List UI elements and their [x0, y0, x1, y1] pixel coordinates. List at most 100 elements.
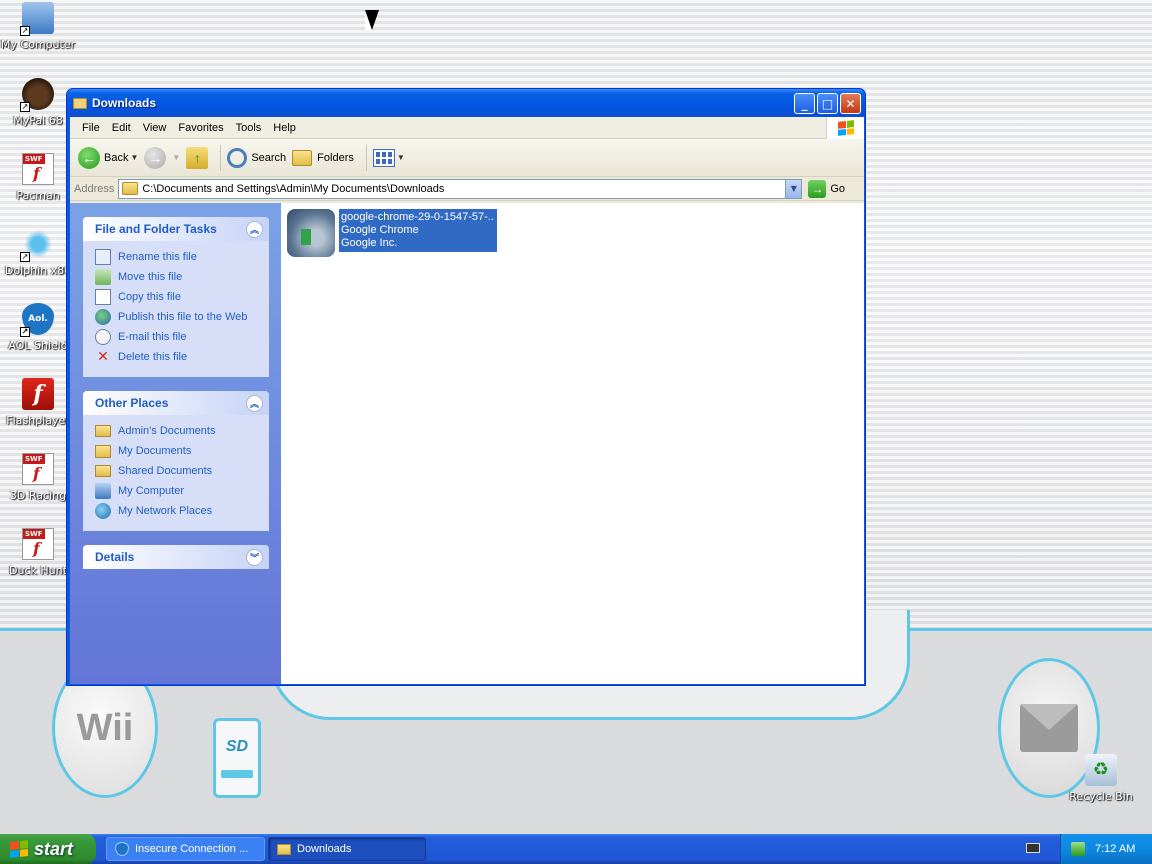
expand-chevron-icon[interactable]: ︾ [246, 548, 263, 566]
task-label: E-mail this file [118, 331, 187, 343]
details-header[interactable]: Details ︾ [83, 545, 269, 569]
menu-favorites[interactable]: Favorites [172, 122, 229, 134]
task-email-file[interactable]: E-mail this file [95, 327, 259, 347]
toolbar-separator [365, 144, 367, 171]
other-places-panel: Other Places ︽ Admin's Documents My Docu… [83, 391, 269, 531]
desktop-icon-mypal[interactable]: ↗ MyPal 68 [0, 78, 76, 127]
collapse-chevron-icon[interactable]: ︽ [246, 394, 263, 412]
folders-icon [292, 149, 313, 166]
window-client: File Edit View Favorites Tools Help ← Ba… [70, 117, 864, 684]
file-list-pane[interactable]: google-chrome-29-0-1547-57-... Google Ch… [281, 203, 864, 684]
desktop-icon-label: My Computer [0, 38, 76, 51]
explorer-body: File and Folder Tasks ︽ Rename this file… [70, 203, 864, 684]
menu-file[interactable]: File [76, 122, 106, 134]
aol-shield-icon [115, 842, 129, 856]
address-value: C:\Documents and Settings\Admin\My Docum… [142, 182, 445, 195]
file-name: google-chrome-29-0-1547-57-... [341, 211, 495, 223]
back-arrow-icon: ← [78, 146, 100, 169]
installer-cd-icon [287, 209, 335, 257]
task-label: Move this file [118, 271, 183, 283]
folders-label: Folders [317, 151, 354, 164]
flash-icon: f [22, 378, 54, 410]
forward-button[interactable]: → ▼ [144, 146, 180, 169]
network-status-icon[interactable] [1071, 842, 1085, 856]
swf-file-icon: SWF f [22, 453, 54, 485]
desktop-icon-3d-racing[interactable]: SWF f 3D Racing [0, 453, 76, 502]
desktop-icon-aol-shield[interactable]: Aol. ↗ AOL Shield [0, 303, 76, 352]
desktop-icon-label: Recycle Bin [1069, 790, 1133, 803]
folders-button[interactable]: Folders [292, 149, 354, 166]
sd-label: SD [225, 738, 249, 755]
desktop-icon-pacman[interactable]: SWF f Pacman [0, 153, 76, 202]
place-my-documents[interactable]: My Documents [95, 441, 259, 461]
back-label: Back [104, 151, 129, 164]
desktop-icon-label: MyPal 68 [13, 114, 63, 127]
views-button[interactable]: ▼ [372, 148, 405, 167]
system-tray: 7:12 AM [1060, 834, 1152, 864]
other-places-header[interactable]: Other Places ︽ [83, 391, 269, 415]
place-my-network-places[interactable]: My Network Places [95, 501, 259, 521]
start-button[interactable]: start [0, 834, 96, 864]
up-folder-button[interactable]: ↑ [186, 146, 209, 169]
collapse-chevron-icon[interactable]: ︽ [246, 220, 263, 238]
envelope-icon [1020, 704, 1078, 752]
close-button[interactable]: ✕ [840, 93, 861, 114]
move-icon [95, 269, 111, 285]
desktop-icon-label: Flashplayer [6, 414, 70, 427]
maximize-button[interactable]: □ [817, 93, 838, 114]
file-folder-tasks-header[interactable]: File and Folder Tasks ︽ [83, 217, 269, 241]
go-button[interactable]: → Go [808, 179, 846, 198]
place-my-computer[interactable]: My Computer [95, 481, 259, 501]
swf-file-icon: SWF f [22, 153, 54, 185]
keyboard-icon[interactable] [1026, 843, 1040, 853]
desktop-icon-my-computer[interactable]: ↗ My Computer [0, 2, 76, 51]
desktop-icon-dolphin[interactable]: ↗ Dolphin x86 [0, 228, 76, 277]
address-bar: Address C:\Documents and Settings\Admin\… [70, 177, 864, 201]
wii-label: Wii [76, 706, 134, 749]
file-item-chrome-installer[interactable]: google-chrome-29-0-1547-57-... Google Ch… [287, 209, 497, 257]
desktop-icon-label: AOL Shield [8, 339, 68, 352]
task-copy-file[interactable]: Copy this file [95, 287, 259, 307]
desktop-icon-recycle-bin[interactable]: ♻ Recycle Bin [1063, 754, 1139, 803]
taskbar-button-label: Downloads [297, 843, 352, 855]
file-item-label: google-chrome-29-0-1547-57-... Google Ch… [339, 209, 497, 252]
taskbar-button-downloads[interactable]: Downloads [268, 837, 426, 861]
address-dropdown-icon[interactable]: ▼ [785, 179, 802, 198]
taskbar-button-label: Insecure Connection ... [135, 843, 249, 855]
task-rename-file[interactable]: Rename this file [95, 247, 259, 267]
address-input[interactable]: C:\Documents and Settings\Admin\My Docum… [118, 178, 803, 199]
menu-edit[interactable]: Edit [106, 122, 137, 134]
place-admins-documents[interactable]: Admin's Documents [95, 421, 259, 441]
search-button[interactable]: Search [227, 147, 286, 168]
menu-view[interactable]: View [137, 122, 173, 134]
rename-icon [95, 249, 111, 265]
task-label: Publish this file to the Web [118, 311, 248, 323]
toolbar: ← Back ▼ → ▼ ↑ Search Folders ▼ [70, 139, 864, 177]
minimize-button[interactable]: _ [794, 93, 815, 114]
place-label: My Documents [118, 445, 192, 457]
copy-icon [95, 289, 111, 305]
details-panel: Details ︾ [83, 545, 269, 569]
delete-x-icon: ✕ [97, 349, 109, 365]
menu-tools[interactable]: Tools [230, 122, 268, 134]
task-delete-file[interactable]: ✕ Delete this file [95, 347, 259, 367]
desktop-icon-flashplayer[interactable]: f Flashplayer [0, 378, 76, 427]
task-publish-web[interactable]: Publish this file to the Web [95, 307, 259, 327]
place-shared-documents[interactable]: Shared Documents [95, 461, 259, 481]
recycle-bin-icon: ♻ [1085, 754, 1117, 786]
views-dropdown-icon: ▼ [396, 153, 405, 162]
task-move-file[interactable]: Move this file [95, 267, 259, 287]
desktop-icon-label: Dolphin x86 [4, 264, 72, 277]
back-button[interactable]: ← Back ▼ [78, 146, 138, 169]
go-label: Go [830, 182, 846, 195]
clock[interactable]: 7:12 AM [1095, 843, 1135, 855]
desktop-icon-label: Pacman [16, 189, 60, 202]
back-dropdown-icon[interactable]: ▼ [130, 153, 138, 162]
menu-help[interactable]: Help [267, 122, 302, 134]
desktop-icon-duck-hunt[interactable]: SWF f Duck Hunt [0, 528, 76, 577]
title-bar[interactable]: Downloads _ □ ✕ [67, 89, 865, 117]
explorer-window[interactable]: Downloads _ □ ✕ File Edit View Favorites… [66, 88, 866, 686]
task-label: Rename this file [118, 251, 197, 263]
taskbar-button-insecure-connection[interactable]: Insecure Connection ... [106, 837, 265, 861]
folder-icon [95, 425, 111, 437]
